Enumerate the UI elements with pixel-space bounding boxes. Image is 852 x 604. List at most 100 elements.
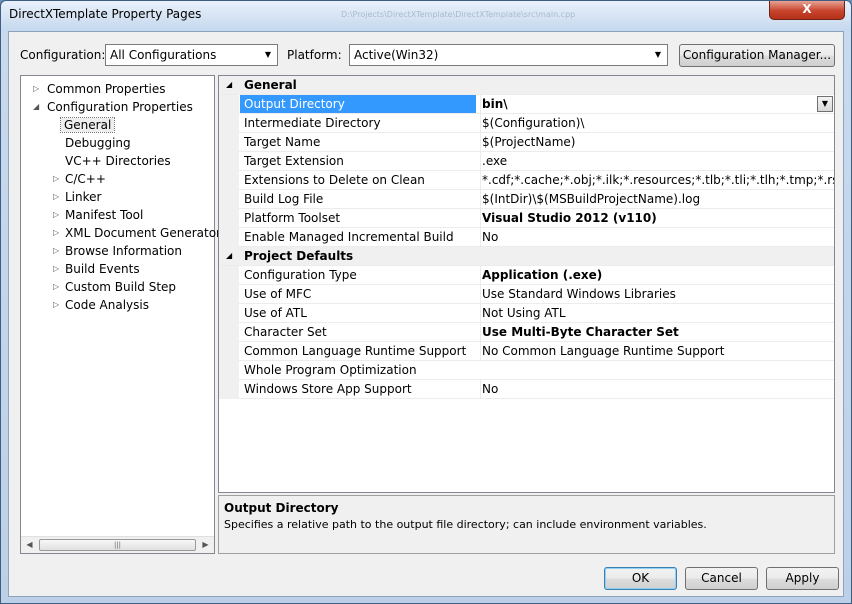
tree-item-xml-document-generator[interactable]: ▷ XML Document Generator <box>23 224 221 242</box>
expand-arrow-icon[interactable]: ▷ <box>53 188 63 206</box>
tree-item-general[interactable]: General <box>59 116 116 134</box>
property-value[interactable]: Application (.exe) <box>480 266 834 284</box>
property-name: Intermediate Directory <box>244 116 381 130</box>
collapse-arrow-icon[interactable]: ◢ <box>33 98 43 116</box>
platform-combo[interactable]: Active(Win32) ▼ <box>349 44 668 66</box>
scrollbar-thumb[interactable]: ||| <box>39 539 196 551</box>
expand-arrow-icon[interactable]: ▷ <box>53 206 63 224</box>
background-file-path: D:\Projects\DirectXTemplate\DirectXTempl… <box>341 10 576 19</box>
property-value[interactable]: $(IntDir)\$(MSBuildProjectName).log <box>480 190 834 208</box>
expand-arrow-icon[interactable]: ▷ <box>53 278 63 296</box>
property-name: Platform Toolset <box>244 211 341 225</box>
property-name: Common Language Runtime Support <box>244 344 467 358</box>
expand-arrow-icon[interactable]: ▷ <box>53 296 63 314</box>
property-value[interactable]: $(ProjectName) <box>480 133 834 151</box>
property-row-extensions-to-delete[interactable]: Extensions to Delete on Clean *.cdf;*.ca… <box>219 171 834 190</box>
expand-arrow-icon[interactable]: ▷ <box>53 242 63 260</box>
platform-label: Platform: <box>287 48 342 62</box>
property-row-target-extension[interactable]: Target Extension .exe <box>219 152 834 171</box>
category-row-project-defaults[interactable]: ◢ Project Defaults <box>219 247 834 266</box>
tree-item-label: Common Properties <box>47 82 166 96</box>
expand-arrow-icon[interactable]: ▷ <box>53 170 63 188</box>
property-row-character-set[interactable]: Character Set Use Multi-Byte Character S… <box>219 323 834 342</box>
property-tree[interactable]: ▷ Common Properties ◢ Configuration Prop… <box>20 75 221 554</box>
property-name: Build Log File <box>244 192 324 206</box>
category-name: Project Defaults <box>244 249 354 263</box>
property-value[interactable]: .exe <box>480 152 834 170</box>
description-panel: Output Directory Specifies a relative pa… <box>218 495 835 554</box>
close-button[interactable]: X <box>769 1 845 20</box>
tree-item-debugging[interactable]: Debugging <box>65 134 131 152</box>
property-value[interactable]: $(Configuration)\ <box>480 114 834 132</box>
property-row-whole-program-optimization[interactable]: Whole Program Optimization <box>219 361 834 380</box>
property-name: Use of MFC <box>244 287 312 301</box>
window-title: DirectXTemplate Property Pages <box>9 7 202 21</box>
chevron-down-icon[interactable]: ▼ <box>817 96 833 112</box>
chevron-down-icon: ▼ <box>654 50 662 59</box>
tree-item-label: VC++ Directories <box>65 154 171 168</box>
tree-item-label: Custom Build Step <box>65 280 177 294</box>
property-row-build-log-file[interactable]: Build Log File $(IntDir)\$(MSBuildProjec… <box>219 190 834 209</box>
tree-item-label: Browse Information <box>65 244 182 258</box>
tree-item-label: Code Analysis <box>65 298 149 312</box>
title-bar[interactable]: DirectXTemplate Property Pages D:\Projec… <box>1 1 851 31</box>
tree-item-vc-directories[interactable]: VC++ Directories <box>65 152 171 170</box>
property-row-output-directory[interactable]: Output Directory bin\ ▼ <box>219 95 834 114</box>
property-value[interactable]: Use Standard Windows Libraries <box>480 285 834 303</box>
property-name: Character Set <box>244 325 327 339</box>
property-value[interactable]: Visual Studio 2012 (v110) <box>480 209 834 227</box>
tree-item-label: General <box>59 117 116 133</box>
property-row-target-name[interactable]: Target Name $(ProjectName) <box>219 133 834 152</box>
tree-item-manifest-tool[interactable]: ▷ Manifest Tool <box>23 206 143 224</box>
chevron-down-icon: ▼ <box>264 50 272 59</box>
property-name: Output Directory <box>240 95 476 113</box>
property-name: Windows Store App Support <box>244 382 412 396</box>
tree-item-custom-build-step[interactable]: ▷ Custom Build Step <box>23 278 176 296</box>
property-value[interactable]: bin\ <box>480 95 834 113</box>
tree-horizontal-scrollbar[interactable]: ◀ ||| ▶ <box>21 536 214 553</box>
property-value[interactable]: Use Multi-Byte Character Set <box>480 323 834 341</box>
tree-item-common-properties[interactable]: ▷ Common Properties <box>23 80 166 98</box>
expand-arrow-icon[interactable]: ▷ <box>53 260 63 278</box>
property-value[interactable]: Not Using ATL <box>480 304 834 322</box>
collapse-arrow-icon[interactable]: ◢ <box>226 76 232 94</box>
category-name: General <box>244 78 297 92</box>
collapse-arrow-icon[interactable]: ◢ <box>226 247 232 265</box>
configuration-label: Configuration: <box>20 48 106 62</box>
tree-item-configuration-properties[interactable]: ◢ Configuration Properties <box>23 98 193 116</box>
tree-item-label: Build Events <box>65 262 140 276</box>
tree-item-browse-information[interactable]: ▷ Browse Information <box>23 242 182 260</box>
tree-item-linker[interactable]: ▷ Linker <box>23 188 101 206</box>
configuration-value: All Configurations <box>110 48 217 62</box>
tree-item-code-analysis[interactable]: ▷ Code Analysis <box>23 296 149 314</box>
configuration-combo[interactable]: All Configurations ▼ <box>105 44 278 66</box>
expand-arrow-icon[interactable]: ▷ <box>53 224 63 242</box>
tree-item-label: Linker <box>65 190 102 204</box>
property-row-use-of-mfc[interactable]: Use of MFC Use Standard Windows Librarie… <box>219 285 834 304</box>
property-row-managed-incremental-build[interactable]: Enable Managed Incremental Build No <box>219 228 834 247</box>
property-name: Target Name <box>244 135 321 149</box>
property-name: Whole Program Optimization <box>244 363 417 377</box>
property-row-windows-store-app-support[interactable]: Windows Store App Support No <box>219 380 834 399</box>
property-row-configuration-type[interactable]: Configuration Type Application (.exe) <box>219 266 834 285</box>
property-value[interactable]: No <box>480 228 834 246</box>
expand-arrow-icon[interactable]: ▷ <box>33 80 43 98</box>
property-value[interactable]: *.cdf;*.cache;*.obj;*.ilk;*.resources;*.… <box>480 171 834 189</box>
configuration-manager-button[interactable]: Configuration Manager... <box>679 44 835 67</box>
ok-button[interactable]: OK <box>604 567 677 590</box>
category-row-general[interactable]: ◢ General <box>219 76 834 95</box>
property-value[interactable]: No Common Language Runtime Support <box>480 342 834 360</box>
scroll-right-icon[interactable]: ▶ <box>197 537 214 553</box>
tree-item-build-events[interactable]: ▷ Build Events <box>23 260 140 278</box>
property-row-intermediate-directory[interactable]: Intermediate Directory $(Configuration)\ <box>219 114 834 133</box>
property-grid[interactable]: ◢ General Output Directory bin\ ▼ Interm… <box>218 75 835 493</box>
property-row-use-of-atl[interactable]: Use of ATL Not Using ATL <box>219 304 834 323</box>
tree-item-c-cpp[interactable]: ▷ C/C++ <box>23 170 106 188</box>
property-row-platform-toolset[interactable]: Platform Toolset Visual Studio 2012 (v11… <box>219 209 834 228</box>
property-value[interactable]: No <box>480 380 834 398</box>
tree-item-label: C/C++ <box>65 172 106 186</box>
scroll-left-icon[interactable]: ◀ <box>21 537 38 553</box>
apply-button[interactable]: Apply <box>766 567 839 590</box>
property-row-clr-support[interactable]: Common Language Runtime Support No Commo… <box>219 342 834 361</box>
cancel-button[interactable]: Cancel <box>685 567 758 590</box>
